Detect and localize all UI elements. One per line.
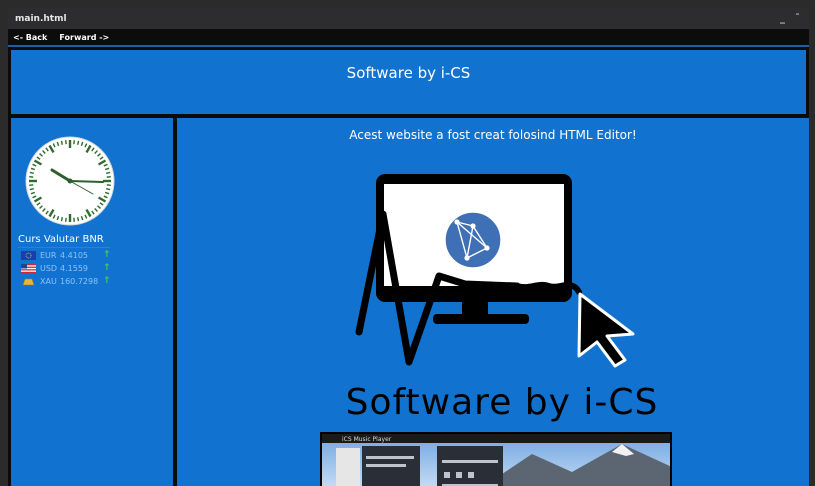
currency-code: XAU xyxy=(40,276,57,286)
page-header: Software by i-CS xyxy=(11,50,806,114)
sidebar: Curs Valutar BNR EUR 4.4105 ↑ USD 4.1559… xyxy=(11,118,173,486)
web-page: Software by i-CS Curs Valutar BNR EUR 4.… xyxy=(8,47,809,486)
currency-value: 4.1559 xyxy=(60,263,88,273)
analog-clock xyxy=(25,136,115,226)
software-logo xyxy=(355,174,635,368)
currency-code: EUR xyxy=(40,250,57,260)
window-title: main.html xyxy=(15,13,67,24)
up-arrow-icon: ↑ xyxy=(103,276,111,286)
title-underline xyxy=(18,247,110,248)
music-player-screenshot: iCS Music Player xyxy=(320,432,672,486)
clock-tick xyxy=(106,171,111,174)
clock-tick xyxy=(29,171,34,174)
clock-tick xyxy=(106,188,111,191)
up-arrow-icon: ↑ xyxy=(103,250,111,260)
back-button[interactable]: <- Back xyxy=(13,33,47,42)
clock-tick xyxy=(29,188,34,191)
currency-value: 160.7298 xyxy=(60,276,99,286)
rate-row-eur: EUR 4.4105 ↑ xyxy=(21,250,111,260)
clock-tick xyxy=(60,217,63,222)
window-titlebar: main.html _ ¯ xyxy=(8,8,809,29)
clock-tick xyxy=(77,217,80,222)
rate-row-xau: XAU 160.7298 ↑ xyxy=(21,276,111,286)
main-heading: Acest website a fost creat folosind HTML… xyxy=(349,128,637,142)
logo-text: Software by i-CS xyxy=(345,382,659,423)
maximize-button[interactable]: ¯ xyxy=(795,13,800,24)
minimize-button[interactable]: _ xyxy=(780,13,785,24)
page-title: Software by i-CS xyxy=(346,64,471,82)
forward-button[interactable]: Forward -> xyxy=(59,33,109,42)
currency-code: USD xyxy=(40,263,58,273)
us-flag-icon xyxy=(21,263,36,273)
rate-row-usd: USD 4.1559 ↑ xyxy=(21,263,111,273)
eu-flag-icon xyxy=(21,250,36,260)
clock-tick xyxy=(60,140,63,145)
main-content: Acest website a fost creat folosind HTML… xyxy=(177,118,809,486)
gold-bar-icon xyxy=(22,278,35,285)
player-window-title: iCS Music Player xyxy=(342,436,392,443)
exchange-rates-title: Curs Valutar BNR xyxy=(18,234,104,245)
navigation-bar: <- Back Forward -> xyxy=(8,29,809,45)
currency-value: 4.4105 xyxy=(60,250,88,260)
up-arrow-icon: ↑ xyxy=(103,263,111,273)
clock-tick xyxy=(77,140,80,145)
